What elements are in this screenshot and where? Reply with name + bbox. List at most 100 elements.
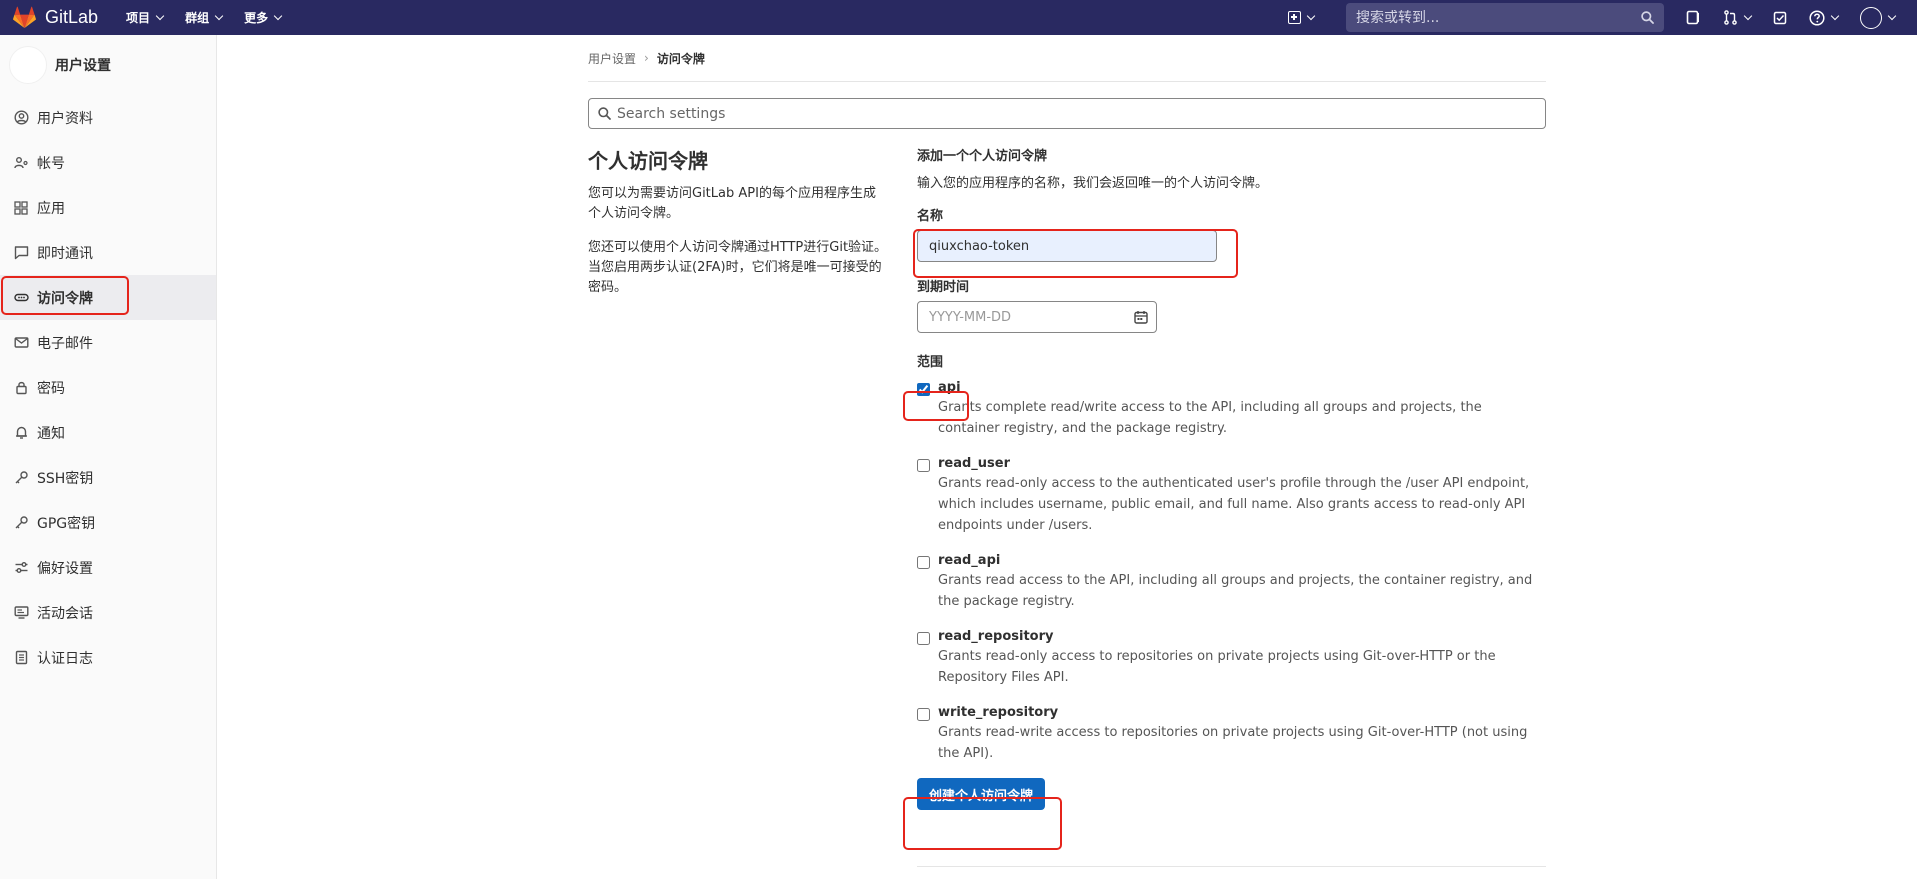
bell-icon — [13, 425, 29, 441]
lock-icon — [13, 380, 29, 396]
applications-icon — [13, 200, 29, 216]
sidebar-header[interactable]: 用户设置 — [0, 35, 216, 95]
chevron-down-icon — [155, 11, 165, 20]
scope-description: Grants complete read/write access to the… — [938, 400, 1482, 436]
sidebar-item-active-sessions[interactable]: 活动会话 — [0, 590, 216, 635]
sidebar-item-applications[interactable]: 应用 — [0, 185, 216, 230]
issues-nav-button[interactable] — [1686, 10, 1701, 25]
breadcrumb: 用户设置 › 访问令牌 — [588, 35, 1546, 82]
expires-date-field[interactable] — [917, 301, 1157, 333]
sidebar-item-label: 应用 — [37, 200, 65, 217]
sidebar-item-emails[interactable]: 电子邮件 — [0, 320, 216, 365]
preferences-icon — [13, 560, 29, 576]
issues-icon — [1686, 10, 1699, 25]
highlight-box — [1, 276, 129, 315]
page-title: 个人访问令牌 — [588, 149, 708, 173]
brand-name: GitLab — [45, 7, 99, 27]
nav-menu-projects[interactable]: 项目 — [126, 9, 165, 26]
sidebar-item-label: 电子邮件 — [37, 335, 93, 352]
sidebar-item-label: 认证日志 — [37, 650, 93, 667]
scope-write-repository: write_repository Grants read-write acces… — [917, 705, 1546, 764]
sidebar-item-chat[interactable]: 即时通讯 — [0, 230, 216, 275]
plus-square-icon — [1288, 11, 1301, 24]
expires-label: 到期时间 — [917, 280, 970, 295]
chevron-down-icon — [273, 11, 283, 20]
nav-menu-more[interactable]: 更多 — [244, 9, 283, 26]
top-navbar: GitLab 项目 群组 更多 — [0, 0, 1917, 35]
sidebar-item-preferences[interactable]: 偏好设置 — [0, 545, 216, 590]
sidebar-item-label: 通知 — [37, 425, 65, 442]
divider — [917, 866, 1546, 867]
sidebar-item-label: 密码 — [37, 380, 65, 397]
monitor-icon — [13, 605, 29, 621]
merge-request-icon — [1724, 10, 1737, 25]
scope-name[interactable]: read_api — [938, 553, 1543, 568]
scope-description: Grants read access to the API, including… — [938, 573, 1533, 609]
scope-name[interactable]: api — [938, 380, 1543, 395]
chevron-down-icon — [1743, 11, 1753, 20]
highlight-box — [903, 391, 969, 421]
sidebar-item-account[interactable]: 帐号 — [0, 140, 216, 185]
sidebar-item-auth-log[interactable]: 认证日志 — [0, 635, 216, 680]
sidebar-item-gpg-keys[interactable]: GPG密钥 — [0, 500, 216, 545]
nav-menu-label: 更多 — [244, 11, 269, 25]
scope-checkbox-write-repository[interactable] — [917, 708, 930, 721]
merge-requests-nav-button[interactable] — [1723, 10, 1753, 25]
form-title: 添加一个个人访问令牌 — [917, 149, 1048, 164]
search-icon — [598, 107, 611, 120]
sidebar-item-notifications[interactable]: 通知 — [0, 410, 216, 455]
expires-date-input[interactable] — [929, 309, 1119, 325]
todos-nav-button[interactable] — [1773, 11, 1787, 25]
settings-search-input[interactable] — [617, 105, 1517, 122]
key-icon — [13, 470, 29, 486]
new-dropdown-button[interactable] — [1288, 11, 1316, 24]
help-nav-button[interactable] — [1809, 9, 1840, 26]
highlight-box — [903, 797, 1062, 850]
scopes-label: 范围 — [917, 355, 944, 370]
chevron-down-icon — [1830, 11, 1840, 20]
chat-icon — [13, 245, 29, 261]
sidebar-item-label: GPG密钥 — [37, 515, 96, 532]
main-content: 用户设置 › 访问令牌 个人访问令牌 您可以为需要访问GitLab API的每个… — [588, 35, 1546, 867]
help-icon — [1809, 9, 1825, 26]
info-paragraph-1: 您可以为需要访问GitLab API的每个应用程序生成个人访问令牌。 — [588, 186, 876, 221]
scope-name[interactable]: read_repository — [938, 629, 1543, 644]
breadcrumb-separator: › — [644, 51, 649, 65]
sidebar-item-label: 偏好设置 — [37, 560, 93, 577]
settings-search[interactable] — [588, 98, 1546, 129]
scope-description: Grants read-only access to repositories … — [938, 649, 1496, 685]
breadcrumb-current[interactable]: 访问令牌 — [657, 50, 705, 67]
avatar — [1860, 6, 1882, 29]
sidebar-item-password[interactable]: 密码 — [0, 365, 216, 410]
settings-sidebar: 用户设置 用户资料 帐号 应用 即时通讯 访问令牌 电子邮件 密码 通知 SSH… — [0, 35, 217, 879]
scope-checkbox-read-repository[interactable] — [917, 632, 930, 645]
nav-menu-label: 群组 — [185, 11, 210, 25]
profile-icon — [13, 110, 29, 126]
gitlab-tanuki-icon — [13, 6, 36, 29]
nav-menu-label: 项目 — [126, 11, 151, 25]
sidebar-item-ssh-keys[interactable]: SSH密钥 — [0, 455, 216, 500]
global-search-input[interactable] — [1356, 9, 1626, 26]
account-icon — [13, 155, 29, 171]
scope-description: Grants read-write access to repositories… — [938, 725, 1528, 761]
sidebar-item-profile[interactable]: 用户资料 — [0, 95, 216, 140]
scope-checkbox-read-user[interactable] — [917, 459, 930, 472]
log-icon — [13, 650, 29, 666]
sidebar-title: 用户设置 — [55, 58, 111, 74]
scope-name[interactable]: read_user — [938, 456, 1543, 471]
todo-check-icon — [1773, 11, 1787, 24]
name-label: 名称 — [917, 209, 944, 224]
breadcrumb-parent[interactable]: 用户设置 — [588, 50, 636, 67]
user-menu-button[interactable] — [1860, 6, 1897, 29]
gitlab-logo[interactable]: GitLab — [12, 6, 98, 29]
token-info: 个人访问令牌 您可以为需要访问GitLab API的每个应用程序生成个人访问令牌… — [588, 145, 888, 312]
global-search[interactable] — [1346, 3, 1664, 32]
nav-menu-groups[interactable]: 群组 — [185, 9, 224, 26]
search-icon — [1641, 11, 1654, 24]
scope-checkbox-read-api[interactable] — [917, 556, 930, 569]
sidebar-item-label: 帐号 — [37, 155, 65, 172]
key-icon — [13, 515, 29, 531]
chevron-down-icon — [1887, 11, 1897, 20]
calendar-icon[interactable] — [1134, 310, 1148, 324]
scope-name[interactable]: write_repository — [938, 705, 1543, 720]
